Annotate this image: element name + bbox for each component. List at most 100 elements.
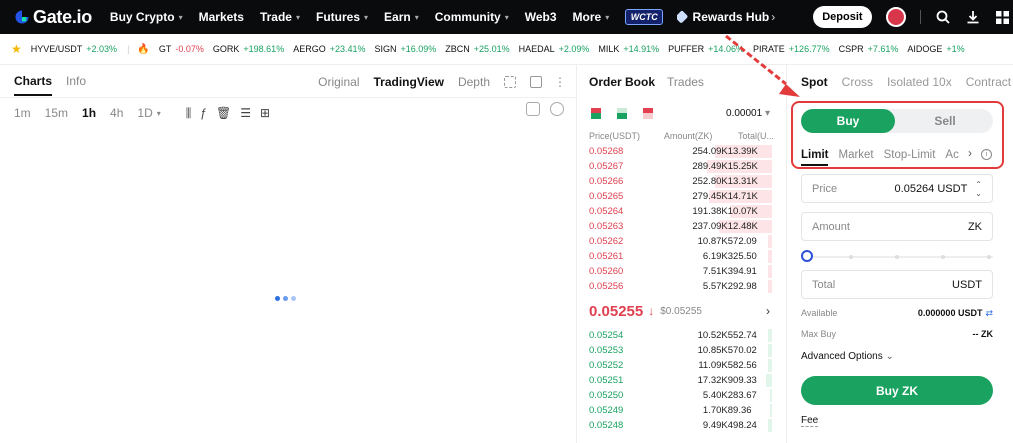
indicators-icon[interactable]: ƒ — [200, 106, 207, 120]
slider-knob[interactable] — [801, 250, 813, 262]
price-field[interactable]: Price 0.05264 USDT ⌃ ⌄ — [801, 174, 993, 203]
price-value: 0.05264 USDT — [894, 182, 968, 195]
ticker-item[interactable]: GORK +198.61% — [213, 44, 284, 54]
ticker-item[interactable]: ZBCN +25.01% — [445, 44, 509, 54]
search-icon[interactable] — [935, 9, 951, 25]
timeframe-1h[interactable]: 1h — [82, 106, 96, 120]
wctc-badge[interactable]: WCTC — [625, 9, 664, 25]
ask-row[interactable]: 0.05261 6.19K 325.50 — [577, 249, 786, 264]
nav-item-trade[interactable]: Trade ▾ — [260, 10, 300, 24]
header-total: Total(U... — [738, 131, 775, 141]
tab-contract[interactable]: Contract — [966, 75, 1011, 89]
order-price: 0.05251 — [589, 375, 624, 386]
ticker-item[interactable]: AIDOGE +1% — [907, 44, 964, 54]
slider-dot[interactable] — [941, 255, 945, 259]
ticker-item[interactable]: SIGN +16.09% — [375, 44, 437, 54]
more-icon[interactable]: ⋮ — [554, 75, 566, 89]
ask-row[interactable]: 0.05265 279.45K 14.71K — [577, 189, 786, 204]
download-icon[interactable] — [965, 9, 981, 25]
view-original[interactable]: Original — [318, 75, 359, 89]
bid-row[interactable]: 0.05249 1.70K 89.36 — [577, 403, 786, 418]
nav-item-buy-crypto[interactable]: Buy Crypto ▾ — [110, 10, 183, 24]
tab-cross[interactable]: Cross — [842, 75, 873, 89]
ticker-item[interactable]: AERGO +23.41% — [293, 44, 365, 54]
tab-trades[interactable]: Trades — [667, 75, 704, 89]
bid-row[interactable]: 0.05248 9.49K 498.24 — [577, 418, 786, 433]
ask-row[interactable]: 0.05264 191.38K 10.07K — [577, 204, 786, 219]
ask-row[interactable]: 0.05268 254.09K 13.39K — [577, 144, 786, 159]
ask-row[interactable]: 0.05263 237.09K 12.48K — [577, 219, 786, 234]
deposit-button[interactable]: Deposit — [813, 6, 872, 28]
bid-row[interactable]: 0.05250 5.40K 283.67 — [577, 388, 786, 403]
ticker-item[interactable]: HYVE/USDT +2.03% — [31, 44, 117, 54]
fullscreen-icon[interactable] — [504, 75, 516, 88]
ticker-item[interactable]: PIRATE +126.77% — [753, 44, 830, 54]
nav-item-earn[interactable]: Earn ▾ — [384, 10, 419, 24]
bid-row[interactable]: 0.05253 10.85K 570.02 — [577, 343, 786, 358]
grid-layout-icon[interactable]: ⊞ — [260, 106, 270, 120]
tab-isolated-10x[interactable]: Isolated 10x — [887, 75, 952, 89]
bid-row[interactable]: 0.05252 11.09K 582.56 — [577, 358, 786, 373]
price-label: Price — [812, 182, 838, 195]
buy-zk-button[interactable]: Buy ZK — [801, 376, 993, 405]
camera-icon[interactable] — [526, 102, 540, 116]
ask-row[interactable]: 0.05256 5.57K 292.98 — [577, 279, 786, 294]
ask-row[interactable]: 0.05260 7.51K 394.91 — [577, 264, 786, 279]
transfer-icon[interactable]: ⇄ — [985, 308, 993, 319]
avatar[interactable] — [885, 7, 906, 27]
ask-row[interactable]: 0.05266 252.80K 13.31K — [577, 174, 786, 189]
timeframe-15m[interactable]: 15m — [45, 106, 68, 120]
nav-item-community[interactable]: Community ▾ — [435, 10, 509, 24]
ticker-item[interactable]: GT -0.07% — [159, 44, 204, 54]
star-icon[interactable]: ★ — [11, 42, 22, 56]
nav-item-markets[interactable]: Markets — [199, 10, 244, 24]
tab-spot[interactable]: Spot — [801, 75, 828, 89]
nav-item-more[interactable]: More ▾ — [573, 10, 610, 24]
candlestick-icon[interactable]: ⫼ — [186, 106, 192, 121]
nav-item-web3[interactable]: Web3 — [525, 10, 557, 24]
timeframe-1D[interactable]: 1D — [137, 106, 152, 120]
slider-dot[interactable] — [849, 255, 853, 259]
total-field[interactable]: Total USDT — [801, 270, 993, 299]
rewards-hub-link[interactable]: Rewards Hub — [677, 10, 769, 24]
settings-icon[interactable] — [550, 102, 564, 116]
tab-charts[interactable]: Charts — [14, 74, 53, 96]
fee-link[interactable]: Fee — [801, 415, 819, 427]
ticker-item[interactable]: HAEDAL +2.09% — [519, 44, 590, 54]
bid-row[interactable]: 0.05254 10.52K 552.74 — [577, 328, 786, 343]
nav-item-futures[interactable]: Futures ▾ — [316, 10, 368, 24]
slider-dot[interactable] — [987, 255, 991, 259]
chevron-right-icon[interactable]: › — [766, 304, 770, 318]
view-tradingview[interactable]: TradingView — [374, 75, 444, 89]
grid-menu-icon[interactable] — [995, 9, 1011, 25]
amount-slider[interactable] — [801, 250, 993, 262]
chevron-up-icon[interactable]: ⌃ — [975, 180, 982, 189]
tab-info[interactable]: Info — [66, 74, 86, 88]
ask-row[interactable]: 0.05262 10.87K 572.09 — [577, 234, 786, 249]
advanced-options-toggle[interactable]: Advanced Options ⌄ — [801, 351, 894, 362]
amount-field[interactable]: Amount ZK — [801, 212, 993, 241]
orderbook-bids-view-icon[interactable] — [617, 107, 627, 119]
layout-list-icon[interactable]: ☰ — [240, 106, 251, 120]
chevron-down-icon[interactable]: ⌄ — [975, 189, 982, 198]
orderbook-asks-view-icon[interactable] — [643, 107, 653, 119]
ticker-item[interactable]: MILK +14.91% — [598, 44, 659, 54]
ticker-change: +14.91% — [623, 44, 660, 54]
delete-icon[interactable]: 🗑 — [216, 106, 231, 120]
ticker-item[interactable]: PUFFER +14.06% — [668, 44, 744, 54]
timeframe-4h[interactable]: 4h — [110, 106, 123, 120]
ask-row[interactable]: 0.05267 289.49K 15.25K — [577, 159, 786, 174]
precision-select[interactable]: 0.00001 ▾ — [726, 108, 770, 119]
window-icon[interactable] — [530, 75, 542, 88]
ticker-item[interactable]: CSPR +7.61% — [839, 44, 899, 54]
gate-logo[interactable]: Gate.io — [14, 7, 92, 28]
bid-row[interactable]: 0.05251 17.32K 909.33 — [577, 373, 786, 388]
tab-order-book[interactable]: Order Book — [589, 75, 655, 89]
chevron-down-icon[interactable]: ▾ — [157, 109, 161, 118]
orderbook-both-view-icon[interactable] — [591, 107, 601, 119]
slider-dot[interactable] — [895, 255, 899, 259]
view-depth[interactable]: Depth — [458, 75, 490, 89]
chevron-right-icon[interactable]: › — [771, 10, 775, 24]
timeframe-1m[interactable]: 1m — [14, 106, 31, 120]
price-stepper[interactable]: ⌃ ⌄ — [975, 180, 982, 198]
